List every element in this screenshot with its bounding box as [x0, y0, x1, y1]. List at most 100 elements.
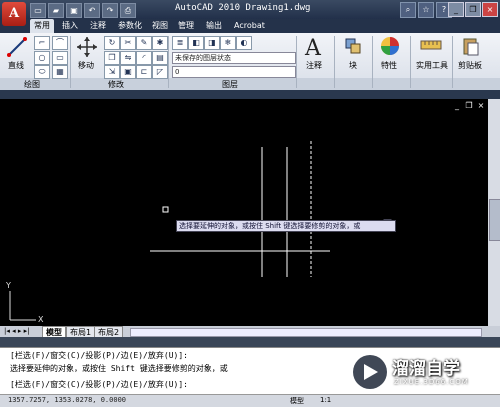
command-prompt[interactable]: [栏选(F)/窗交(C)/投影(P)/边(E)/放弃(U)]: — [10, 379, 188, 390]
scrollbar-thumb[interactable] — [489, 199, 500, 241]
move-icon[interactable] — [76, 36, 98, 58]
infocenter-toolbar: ⌕ ☆ ? — [400, 2, 452, 18]
watermark-url: ZIXUE.3D66.COM — [394, 378, 469, 386]
tab-view[interactable]: 视图 — [148, 19, 172, 33]
app-menu-button[interactable]: A — [2, 2, 26, 26]
status-bar: 1357.7257, 1353.0278, 0.0000 模型 1:1 — [0, 394, 500, 407]
quick-access-toolbar: ▭ ▰ ▣ ↶ ↷ ⎙ — [30, 3, 136, 18]
ribbon-collapse-strip — [0, 90, 500, 99]
chamfer-icon[interactable]: ◸ — [152, 65, 168, 79]
move-label: 移动 — [78, 61, 94, 70]
rectangle-icon[interactable]: ▭ — [52, 51, 68, 65]
layer-state-dropdown[interactable]: 未保存的图层状态 — [172, 52, 296, 64]
dynamic-input-tooltip: 选择要延伸的对象，或按住 Shift 键选择要修剪的对象，或 — [176, 220, 396, 232]
ucs-y-label: Y — [6, 281, 11, 290]
array-icon[interactable]: ▤ — [152, 51, 168, 65]
tab-manage[interactable]: 管理 — [174, 19, 198, 33]
layer-isolate-icon[interactable]: ◨ — [204, 36, 220, 50]
undo-icon[interactable]: ↶ — [84, 3, 100, 18]
rotate-icon[interactable]: ↻ — [104, 36, 120, 50]
pickbox-cursor — [162, 206, 169, 213]
divider — [70, 36, 71, 88]
layout-tabs: |◂ ◂ ▸ ▸| 模型 布局1 布局2 — [0, 326, 500, 339]
close-button[interactable]: × — [482, 2, 498, 17]
text-icon[interactable]: A — [305, 36, 321, 61]
viewport-controls: _ ❐ × — [452, 101, 486, 110]
ucs-x-label: X — [38, 315, 44, 324]
tab-insert[interactable]: 插入 — [58, 19, 82, 33]
layer-icon[interactable]: ◧ — [188, 36, 204, 50]
block-label[interactable]: 块 — [349, 60, 357, 71]
erase-icon[interactable]: ✎ — [136, 36, 152, 50]
divider — [410, 36, 411, 88]
modify-panel-label: 修改 — [108, 80, 124, 89]
block-icon[interactable] — [344, 37, 362, 55]
command-history-line: [栏选(F)/窗交(C)/投影(P)/边(E)/放弃(U)]: — [10, 351, 188, 360]
tab-output[interactable]: 输出 — [202, 19, 226, 33]
window-controls: _ ❐ × — [448, 2, 498, 17]
vertical-scrollbar[interactable] — [488, 99, 500, 326]
hatch-icon[interactable]: ▦ — [52, 65, 68, 79]
drawing-geometry — [9, 141, 392, 321]
window-title: AutoCAD 2010 Drawing1.dwg — [175, 3, 311, 13]
divider — [452, 36, 453, 88]
draw-panel-label: 绘图 — [24, 80, 40, 89]
trim-icon[interactable]: ✂ — [120, 36, 136, 50]
print-icon[interactable]: ⎙ — [120, 3, 136, 18]
minimize-button[interactable]: _ — [448, 2, 464, 17]
redo-icon[interactable]: ↷ — [102, 3, 118, 18]
fillet-icon[interactable]: ◜ — [136, 51, 152, 65]
coordinate-readout: 1357.7257, 1353.0278, 0.0000 — [8, 396, 127, 404]
layers-panel-label: 图层 — [222, 80, 238, 89]
arc-icon[interactable]: ⌒ — [52, 36, 68, 50]
ellipse-icon[interactable]: ⬭ — [34, 65, 50, 79]
circle-icon[interactable]: ○ — [34, 51, 50, 65]
viewport-restore-icon[interactable]: ❐ — [464, 101, 474, 110]
search-icon[interactable]: ⌕ — [400, 2, 416, 18]
viewport-close-icon[interactable]: × — [476, 101, 486, 110]
annotation-scale[interactable]: 1:1 — [320, 396, 331, 404]
tab-annotate[interactable]: 注释 — [86, 19, 110, 33]
polyline-icon[interactable]: ⌐ — [34, 36, 50, 50]
copy-icon[interactable]: ❐ — [104, 51, 120, 65]
command-history-line: 选择要延伸的对象，或按住 Shift 键选择要修剪的对象，或 — [10, 364, 228, 373]
line-icon[interactable] — [6, 36, 28, 58]
mirror-icon[interactable]: ⇋ — [120, 51, 136, 65]
watermark-logo-icon — [353, 355, 387, 389]
line-label: 直线 — [8, 61, 24, 70]
drawing-canvas[interactable]: Y X — [0, 99, 488, 326]
model-space-button[interactable]: 模型 — [290, 396, 304, 406]
explode-icon[interactable]: ✱ — [152, 36, 168, 50]
layer-properties-icon[interactable]: ≣ — [172, 36, 188, 50]
restore-button[interactable]: ❐ — [465, 2, 481, 17]
annotation-label[interactable]: 注释 — [306, 60, 322, 71]
divider — [372, 36, 373, 88]
layer-freeze-icon[interactable]: ❄ — [220, 36, 236, 50]
title-bar: ▭ ▰ ▣ ↶ ↷ ⎙ AutoCAD 2010 Drawing1.dwg ⌕ … — [0, 0, 500, 19]
tab-home[interactable]: 常用 — [30, 19, 54, 33]
offset-icon[interactable]: ⊏ — [136, 65, 152, 79]
stretch-icon[interactable]: ⇲ — [104, 65, 120, 79]
properties-icon[interactable] — [380, 36, 400, 56]
watermark-brand: 溜溜自学 — [392, 359, 460, 379]
divider — [296, 36, 297, 88]
tab-acrobat[interactable]: Acrobat — [230, 19, 269, 33]
new-file-icon[interactable]: ▭ — [30, 3, 46, 18]
tab-parametric[interactable]: 参数化 — [114, 19, 146, 33]
open-file-icon[interactable]: ▰ — [48, 3, 64, 18]
divider — [168, 36, 169, 88]
utilities-label[interactable]: 实用工具 — [416, 60, 448, 71]
save-icon[interactable]: ▣ — [66, 3, 82, 18]
layer-off-icon[interactable]: ◐ — [236, 36, 252, 50]
viewport-minimize-icon[interactable]: _ — [452, 101, 462, 110]
star-icon[interactable]: ☆ — [418, 2, 434, 18]
scale-icon[interactable]: ▣ — [120, 65, 136, 79]
horizontal-scrollbar[interactable] — [130, 328, 482, 337]
paste-icon[interactable] — [462, 36, 480, 56]
measure-icon[interactable] — [420, 38, 442, 52]
tab-nav-arrows-icon[interactable]: |◂ ◂ ▸ ▸| — [4, 327, 29, 335]
divider — [334, 36, 335, 88]
current-layer-dropdown[interactable]: 0 — [172, 66, 296, 78]
clipboard-label[interactable]: 剪贴板 — [458, 60, 482, 71]
properties-label[interactable]: 特性 — [381, 60, 397, 71]
